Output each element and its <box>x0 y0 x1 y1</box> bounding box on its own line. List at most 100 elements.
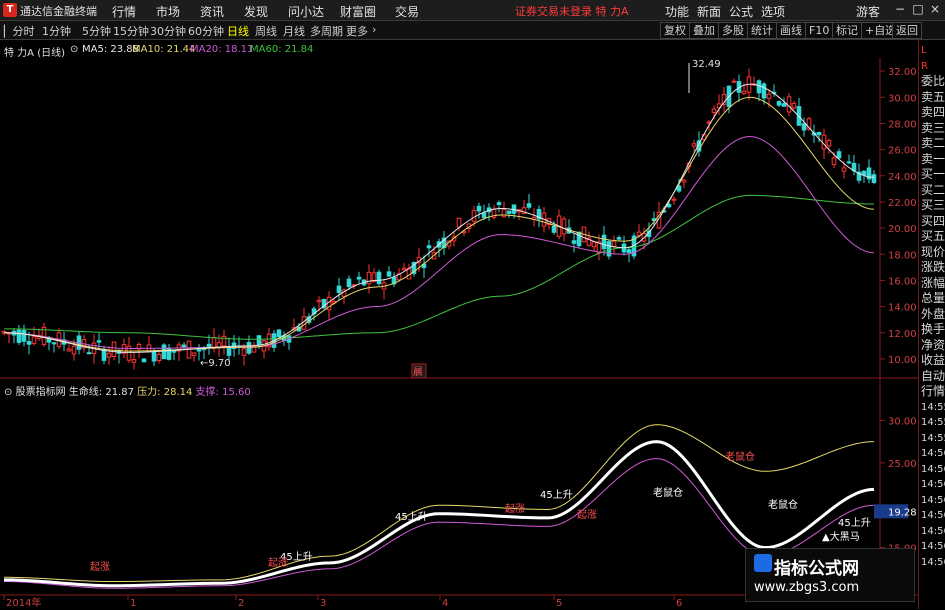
indicator-lines: 45上升45上升45上升 老鼠仓老鼠仓老鼠仓45上升▲大黑马起涨 起涨起涨起涨 <box>3 424 875 589</box>
candle-body <box>386 271 392 277</box>
side-panel-item: 收益 <box>921 353 945 367</box>
candle-body <box>871 174 877 183</box>
candle-body <box>526 203 532 208</box>
tab-period[interactable]: 5分钟 <box>82 23 111 39</box>
low-price-label: ←9.70 <box>200 358 231 369</box>
fuquan-button[interactable]: 复权 <box>660 22 690 39</box>
pressure-line <box>3 424 875 583</box>
candle-body <box>426 245 432 249</box>
candle-body <box>316 299 322 303</box>
tab-period[interactable]: 1分钟 <box>42 23 71 39</box>
x-tick-label: 6 <box>676 598 682 609</box>
tab-period[interactable]: ▏分时 <box>4 23 34 39</box>
candle-body <box>766 93 772 99</box>
candle-body <box>71 345 77 355</box>
overlay-button[interactable]: 叠加 <box>689 22 719 39</box>
menu-formula[interactable]: 公式 <box>729 3 753 20</box>
tab-period[interactable]: 60分钟 <box>188 23 224 39</box>
candle-body <box>836 151 842 159</box>
menu-item[interactable]: 资讯 <box>200 3 224 20</box>
candle-body <box>776 101 782 106</box>
candle-body <box>51 342 57 345</box>
menu-item[interactable]: 发现 <box>244 3 268 20</box>
menu-item[interactable]: 市场 <box>156 3 180 20</box>
price-tick-label: 32.00 <box>888 67 917 78</box>
candle-body <box>276 329 282 338</box>
candle-body <box>591 241 597 248</box>
app-name: 通达信金融终端 <box>20 5 97 18</box>
candle-body <box>86 352 92 355</box>
indicator-tick-label: 25.00 <box>888 459 917 470</box>
side-panel-item: 买三 <box>921 198 945 212</box>
back-button[interactable]: 返回 <box>892 22 922 39</box>
tab-period[interactable]: 15分钟 <box>113 23 149 39</box>
candle-body <box>791 102 797 109</box>
menu-item[interactable]: 财富圈 <box>340 3 376 20</box>
mark-button[interactable]: 标记 <box>832 22 862 39</box>
more-arrow-icon[interactable]: › <box>372 23 376 36</box>
x-axis-ticks: 2014年 1 2 3 4 5 6 <box>3 595 682 609</box>
candle-body <box>616 237 622 240</box>
close-icon[interactable]: × <box>928 2 942 16</box>
candle-body <box>601 234 607 250</box>
ma10-line <box>3 96 875 352</box>
tab-period[interactable]: 30分钟 <box>150 23 186 39</box>
f10-button[interactable]: F10 <box>805 22 834 39</box>
price-tick-label: 26.00 <box>888 146 917 157</box>
side-panel-item: 总量 <box>921 291 945 305</box>
side-panel-item: 卖四 <box>921 105 945 119</box>
candle-body <box>561 218 567 235</box>
minimize-icon[interactable]: − <box>893 2 907 16</box>
menu-item[interactable]: 问小达 <box>288 3 324 20</box>
tab-period[interactable]: 周线 <box>255 23 277 39</box>
multi-stock-button[interactable]: 多股 <box>718 22 748 39</box>
candle-body <box>216 342 222 348</box>
indicator-annotation: 45上升 <box>540 489 573 501</box>
candle-body <box>551 225 557 233</box>
candle-body <box>821 134 827 150</box>
candle-body <box>26 341 32 345</box>
maximize-icon[interactable]: □ <box>911 2 925 16</box>
watermark: 指标公式网 www.zbgs3.com <box>745 548 915 602</box>
draw-line-button[interactable]: 画线 <box>776 22 806 39</box>
candle-body <box>346 278 352 288</box>
price-chart[interactable]: 32.00 30.00 28.00 26.00 24.00 22.00 20.00 18.00… <box>0 40 918 610</box>
side-panel-item: 14:56 <box>921 510 945 521</box>
x-tick-label: 1 <box>130 598 136 609</box>
price-tick-label: 30.00 <box>888 93 917 104</box>
menu-function[interactable]: 功能 <box>665 3 689 20</box>
side-panel-item: 14:56 <box>921 556 945 568</box>
candle-body <box>826 140 832 147</box>
candle-body <box>111 341 117 358</box>
menu-new-page[interactable]: 新面 <box>697 3 721 20</box>
tab-period[interactable]: 月线 <box>283 23 305 39</box>
candle-body <box>106 352 112 358</box>
tab-period[interactable]: 多周期 <box>310 23 343 39</box>
indicator-settings-icon[interactable]: ⊙ <box>4 387 12 398</box>
x-tick-label: 4 <box>442 598 448 609</box>
price-tick-label: 16.00 <box>888 276 917 287</box>
menu-options[interactable]: 选项 <box>761 3 785 20</box>
menu-guest[interactable]: 游客 <box>856 3 880 20</box>
indicator-legend: ⊙ 股票指标网 生命线: 21.87 压力: 28.14 支撑: 15.60 <box>4 383 251 398</box>
candle-body <box>96 340 102 343</box>
watermark-logo-icon <box>754 554 772 572</box>
candle-body <box>191 352 197 356</box>
menu-item[interactable]: 行情 <box>112 3 136 20</box>
candle-body <box>671 198 677 201</box>
login-status[interactable]: 证券交易未登录 特 力A <box>515 3 629 19</box>
indicator-tick-label: 30.00 <box>888 416 917 427</box>
indicator-annotation: 起涨 <box>577 509 597 521</box>
ma5-line <box>3 83 875 353</box>
candle-body <box>131 359 137 363</box>
side-panel-item[interactable]: 自动 <box>921 368 945 385</box>
tab-more[interactable]: 更多 <box>346 23 368 39</box>
stats-button[interactable]: 统计 <box>747 22 777 39</box>
tab-period-selected[interactable]: 日线 <box>227 23 249 39</box>
candle-body <box>496 202 502 205</box>
menu-item[interactable]: 交易 <box>395 3 419 20</box>
side-panel-item[interactable]: 行情 <box>921 383 945 400</box>
support-line <box>3 458 875 589</box>
candle-body <box>506 210 512 214</box>
side-panel-item: 14:55 <box>921 417 945 428</box>
